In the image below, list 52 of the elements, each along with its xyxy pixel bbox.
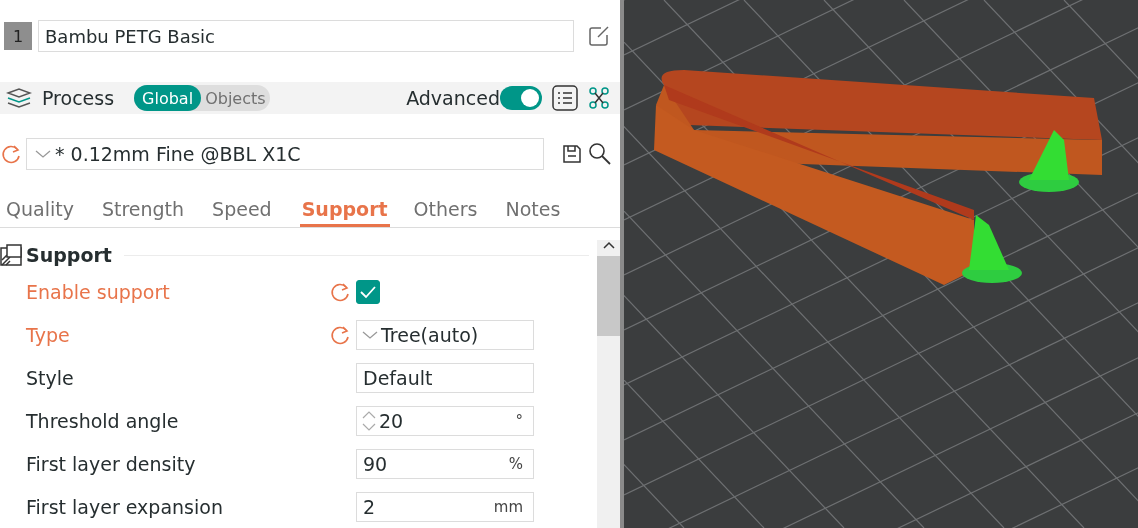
caret-icon xyxy=(361,329,379,340)
number-field[interactable]: 2 mm xyxy=(356,491,534,522)
scope-option[interactable]: Global xyxy=(134,85,202,111)
settings-tab[interactable]: Support xyxy=(299,194,390,227)
advanced-label: Advanced xyxy=(406,87,500,109)
checkbox[interactable] xyxy=(356,279,380,304)
angle-field[interactable]: 20 ° xyxy=(356,405,534,436)
unit-label: mm xyxy=(493,497,524,516)
settings-tab[interactable]: Others xyxy=(413,194,492,227)
preset-dropdown[interactable]: * 0.12mm Fine @BBL X1C xyxy=(26,138,544,170)
setting-label: First layer expansion xyxy=(26,495,224,518)
dropdown-value: Tree(auto) xyxy=(380,323,479,346)
settings-tab[interactable]: Notes xyxy=(505,194,575,227)
setting-label: Enable support xyxy=(26,280,171,303)
setting-label: Threshold angle xyxy=(26,409,180,432)
check-icon xyxy=(359,284,377,299)
search-icon[interactable] xyxy=(588,142,612,166)
type-dropdown[interactable]: Tree(auto) xyxy=(356,319,534,350)
unit-label: % xyxy=(508,454,524,473)
field-value: 20 xyxy=(378,409,404,432)
settings-tab[interactable]: Strength xyxy=(101,194,199,227)
style-field[interactable]: Default xyxy=(356,362,534,393)
scroll-thumb[interactable] xyxy=(597,256,620,336)
reset-icon[interactable] xyxy=(329,323,351,346)
setting-label: First layer density xyxy=(26,452,197,475)
edit-icon[interactable] xyxy=(588,25,610,47)
field-value: 2 xyxy=(362,495,376,518)
preset-name: * 0.12mm Fine @BBL X1C xyxy=(55,143,301,165)
field-value: 90 xyxy=(362,452,388,475)
caret-icon xyxy=(35,149,51,159)
layers-icon xyxy=(6,87,32,109)
filament-index: 1 xyxy=(4,22,32,50)
scrollbar[interactable] xyxy=(597,240,620,528)
reset-icon[interactable] xyxy=(0,143,20,165)
reset-icon[interactable] xyxy=(329,280,351,303)
list-icon[interactable] xyxy=(552,85,578,111)
setting-label: Type xyxy=(26,323,71,346)
unit-label: ° xyxy=(515,411,524,430)
scroll-up-icon[interactable] xyxy=(601,240,616,250)
scope-option[interactable]: Objects xyxy=(201,85,270,111)
support-icon xyxy=(0,244,22,266)
filament-field[interactable]: Bambu PETG Basic xyxy=(38,20,574,52)
process-title: Process xyxy=(42,87,115,109)
setting-label: Style xyxy=(26,366,75,389)
advanced-toggle[interactable] xyxy=(500,86,542,110)
number-field[interactable]: 90 % xyxy=(356,448,534,479)
section-title: Support xyxy=(26,244,112,266)
save-icon[interactable] xyxy=(562,144,582,164)
settings-tab[interactable]: Quality xyxy=(6,194,88,227)
settings-tab[interactable]: Speed xyxy=(212,194,286,227)
nodes-icon[interactable] xyxy=(588,86,610,110)
field-value: Default xyxy=(362,366,433,389)
